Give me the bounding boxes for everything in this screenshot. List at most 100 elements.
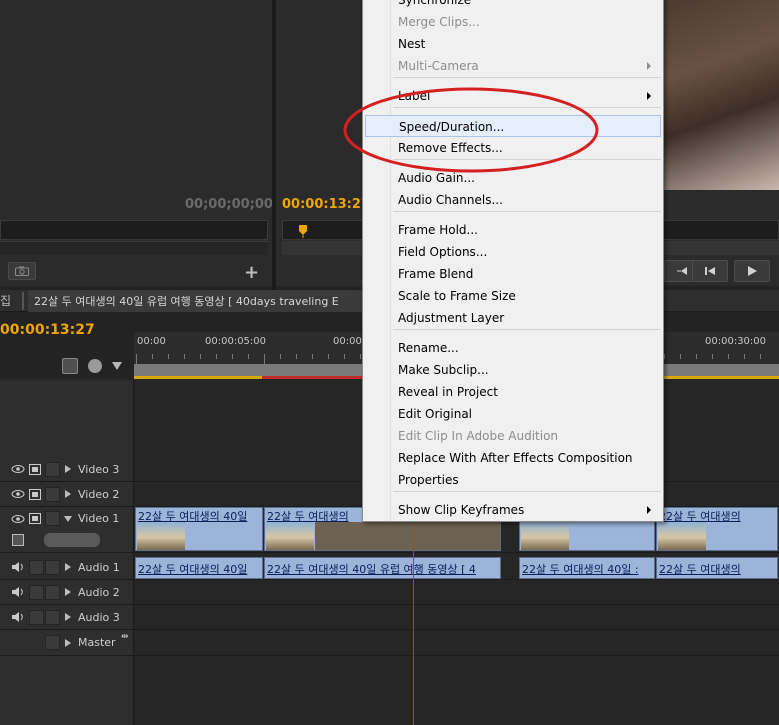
ruler-tick — [280, 354, 281, 359]
menu-item[interactable]: Multi-Camera — [365, 55, 661, 77]
audio-clip[interactable]: 22살 두 여대생의 40일 유럽 여행 동영상 [ 4 — [264, 557, 501, 579]
menu-separator — [393, 491, 661, 492]
track-lock-box[interactable] — [29, 559, 44, 575]
menu-item[interactable]: Merge Clips... — [365, 11, 661, 33]
eye-icon[interactable] — [11, 489, 25, 499]
menu-item-label: Label — [398, 89, 431, 103]
playhead-marker-icon[interactable] — [298, 224, 308, 238]
eye-icon[interactable] — [11, 464, 25, 474]
clip-body — [315, 522, 500, 550]
source-scrub-bar[interactable] — [0, 220, 268, 240]
track-lock-box[interactable] — [45, 635, 60, 650]
clip-thumbnail — [266, 522, 314, 550]
audio-clip[interactable]: 22살 두 여대생의 — [656, 557, 778, 579]
step-frame-back-icon[interactable] — [692, 260, 728, 282]
source-timecode[interactable]: 00;00;00;00 — [185, 197, 273, 212]
menu-item[interactable]: Speed/Duration... — [365, 115, 661, 137]
menu-item[interactable]: Remove Effects... — [365, 137, 661, 159]
expand-triangle-icon[interactable] — [65, 465, 71, 473]
track-lock-box[interactable] — [45, 584, 60, 600]
keyframe-navigator[interactable] — [44, 533, 100, 547]
expand-triangle-icon[interactable] — [65, 588, 71, 596]
menu-item[interactable]: Adjustment Layer — [365, 307, 661, 329]
track-lock-box[interactable] — [45, 609, 60, 625]
ruler-tick — [248, 354, 249, 359]
menu-item[interactable]: Replace With After Effects Composition — [365, 447, 661, 469]
track-lock-box[interactable] — [45, 511, 60, 526]
snap-icon[interactable] — [62, 358, 78, 374]
menu-item-label: Merge Clips... — [398, 15, 480, 29]
film-icon[interactable] — [29, 488, 41, 500]
speaker-icon[interactable] — [11, 561, 25, 573]
ruler-tick-label: 00:00:30:00 — [705, 336, 767, 347]
expand-triangle-icon[interactable] — [65, 638, 71, 647]
menu-item[interactable]: Frame Hold... — [365, 219, 661, 241]
menu-item[interactable]: Scale to Frame Size — [365, 285, 661, 307]
menu-item[interactable]: Audio Channels... — [365, 189, 661, 211]
expand-triangle-icon[interactable] — [65, 490, 71, 498]
film-icon[interactable] — [29, 463, 41, 475]
menu-separator — [393, 211, 661, 212]
speaker-icon[interactable] — [11, 611, 25, 623]
video-clip[interactable]: 22살 두 여대생의 — [656, 507, 778, 551]
timeline-timecode[interactable]: 00:00:13:27 — [0, 322, 95, 338]
menu-item[interactable]: Edit Original — [365, 403, 661, 425]
menu-item-label: Audio Gain... — [398, 171, 475, 185]
track-header: Audio 2 — [0, 580, 134, 604]
marker-icon[interactable] — [112, 362, 122, 370]
master-link-icon[interactable]: ⇹ — [121, 632, 129, 642]
timeline-tab-prefix[interactable]: 집 — [0, 292, 11, 309]
menu-item[interactable]: Synchronize — [365, 0, 661, 11]
ruler-tick — [712, 354, 713, 359]
menu-item[interactable]: Frame Blend — [365, 263, 661, 285]
menu-item-label: Frame Blend — [398, 267, 474, 281]
collapse-triangle-icon[interactable] — [64, 516, 72, 522]
track-lock-box[interactable] — [45, 486, 60, 502]
source-zoom-bar[interactable] — [0, 241, 268, 255]
audio-clip[interactable]: 22살 두 여대생의 40일 : — [519, 557, 655, 579]
track-lock-box[interactable] — [29, 609, 44, 625]
menu-item[interactable]: Label — [365, 85, 661, 107]
expand-triangle-icon[interactable] — [65, 563, 71, 571]
menu-item[interactable]: Make Subclip... — [365, 359, 661, 381]
video-clip[interactable]: 22살 두 여대생의 40일 — [135, 507, 263, 551]
clip-thumbnail — [521, 522, 569, 550]
menu-item[interactable]: Audio Gain... — [365, 167, 661, 189]
track-lock-box[interactable] — [29, 584, 44, 600]
clip-title: 22살 두 여대생의 40일 — [138, 563, 248, 576]
menu-item-label: Frame Hold... — [398, 223, 478, 237]
expand-triangle-icon[interactable] — [65, 613, 71, 621]
audio-clip[interactable]: 22살 두 여대생의 40일 — [135, 557, 263, 579]
program-timecode[interactable]: 00:00:13:27 — [282, 197, 370, 212]
clip-title: 22살 두 여대생의 — [659, 563, 741, 576]
keyframe-display-icon[interactable] — [12, 534, 24, 546]
track-name: Video 1 — [78, 512, 120, 525]
tab-sequence[interactable]: 22살 두 여대생의 40일 유럽 여행 동영상 [ 40days travel… — [28, 290, 368, 312]
clip-title: 22살 두 여대생의 40일 유럽 여행 동영상 [ 4 — [267, 563, 476, 576]
track-lock-box[interactable] — [45, 461, 60, 477]
track-name: Video 3 — [78, 462, 120, 476]
menu-separator — [393, 159, 661, 160]
menu-item-label: Reveal in Project — [398, 385, 498, 399]
menu-item[interactable]: Properties — [365, 469, 661, 491]
wrench-icon[interactable] — [88, 359, 102, 373]
speaker-icon[interactable] — [11, 586, 25, 598]
eye-icon[interactable] — [11, 514, 25, 524]
ruler-tick-label: 00:00 — [137, 336, 166, 347]
menu-item[interactable]: Field Options... — [365, 241, 661, 263]
menu-item[interactable]: Nest — [365, 33, 661, 55]
ruler-tick — [184, 354, 185, 359]
ruler-tick — [344, 354, 345, 359]
track-lock-box[interactable] — [45, 559, 60, 575]
menu-item[interactable]: Rename... — [365, 337, 661, 359]
camera-icon[interactable] — [8, 262, 36, 280]
play-icon[interactable] — [734, 260, 770, 282]
menu-item-label: Audio Channels... — [398, 193, 503, 207]
menu-item[interactable]: Reveal in Project — [365, 381, 661, 403]
menu-item[interactable]: Edit Clip In Adobe Audition — [365, 425, 661, 447]
clip-thumbnail — [658, 522, 706, 550]
menu-item-label: Rename... — [398, 341, 459, 355]
film-icon[interactable] — [29, 513, 41, 524]
menu-item[interactable]: Show Clip Keyframes — [365, 499, 661, 521]
plus-icon[interactable]: + — [244, 262, 259, 283]
